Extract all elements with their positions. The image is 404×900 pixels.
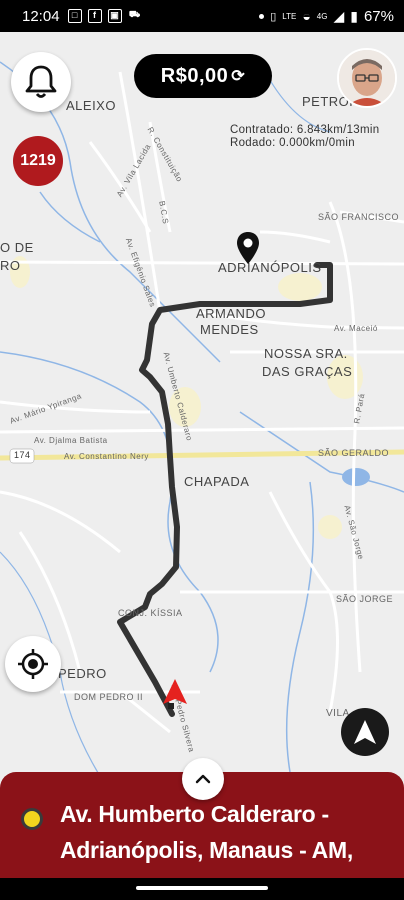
navigation-arrow-icon — [354, 720, 376, 744]
map-area-label: RO — [0, 258, 21, 273]
network-type: 4G — [316, 11, 328, 21]
map-area-label: CONJ. KÍSSIA — [118, 608, 183, 618]
map-area-label: DAS GRAÇAS — [262, 364, 353, 379]
app-notification-icon: ▣ — [107, 9, 122, 23]
map-area-label: NOSSA SRA. — [264, 346, 348, 361]
navigate-button[interactable] — [341, 708, 389, 756]
system-nav-bar — [0, 878, 404, 900]
status-time: 12:04 — [22, 7, 60, 25]
lte-icon: LTE — [282, 11, 297, 21]
map-area-label: CHAPADA — [184, 474, 250, 489]
map-area-label: SÃO JORGE — [336, 594, 394, 604]
notifications-button[interactable] — [11, 52, 71, 112]
fare-amount: R$0,00 — [160, 64, 229, 87]
locate-icon — [18, 649, 48, 679]
battery-icon: ▮ — [350, 7, 358, 24]
brand-logo: 1219 — [13, 136, 63, 186]
map-street-label: Av. Djalma Batista — [34, 436, 108, 445]
map-area-label: ALEIXO — [66, 98, 116, 113]
facebook-icon: f — [87, 9, 102, 23]
app-notification-icon: ⛟ — [128, 9, 141, 19]
highway-shield-label: 174 — [14, 450, 31, 460]
map-area-label: SÃO FRANCISCO — [318, 212, 400, 222]
status-right: ▯ LTE ◒ 4G ◢ ▮ 67% — [259, 8, 394, 25]
status-bar: 12:04 □ f ▣ ⛟ ▯ LTE ◒ 4G ◢ ▮ 67% — [0, 0, 404, 32]
brand-logo-text: 1219 — [20, 152, 56, 169]
notification-icons: □ f ▣ ⛟ — [67, 9, 142, 23]
map-area-label: PEDRO — [58, 666, 107, 681]
map-area-label: SÃO GERALDO — [318, 448, 390, 458]
refresh-icon: ⟳ — [231, 68, 246, 85]
address-line-2: Adrianópolis, Manaus - AM, — [60, 837, 353, 863]
driven-distance: Rodado: 0.000km/0min — [230, 137, 355, 149]
signal-icon: ◢ — [333, 7, 345, 24]
expand-sheet-button[interactable] — [182, 758, 224, 800]
destination-pin-icon[interactable] — [236, 231, 260, 265]
map-view[interactable]: ALEIXO PETRÓPO SÃO FRANCISCO ADRIANÓPOLI… — [0, 32, 404, 878]
map-street-label: Av. Maceió — [334, 324, 378, 333]
bell-icon — [25, 65, 57, 98]
wifi-icon: ◒ — [302, 8, 311, 24]
app-notification-icon: □ — [67, 9, 82, 23]
destination-address: Av. Humberto Calderaro - Adrianópolis, M… — [60, 796, 390, 868]
avatar-image — [339, 50, 395, 106]
map-area-label: ARMANDO — [196, 306, 266, 321]
contracted-distance: Contratado: 6.843km/13min — [230, 124, 380, 136]
my-location-button[interactable] — [5, 636, 61, 692]
map-area-label: O DE — [0, 240, 34, 255]
fare-button[interactable]: R$0,00 ⟳ — [134, 54, 272, 98]
trip-stats: Contratado: 6.843km/13min Rodado: 0.000k… — [230, 124, 379, 150]
battery-level: 67% — [363, 7, 394, 25]
map-area-label: MENDES — [200, 322, 259, 337]
map-area-label: ADRIANÓPOLIS — [218, 260, 322, 275]
destination-dot-icon — [21, 808, 43, 830]
chevron-up-icon — [195, 774, 211, 784]
address-line-1: Av. Humberto Calderaro - — [60, 801, 329, 827]
map-street-label: Av. Constantino Nery — [64, 452, 149, 461]
home-gesture-bar[interactable] — [136, 886, 268, 890]
map-area-label: DOM PEDRO II — [74, 692, 144, 702]
avatar[interactable] — [337, 48, 397, 108]
vibrate-icon: ▯ — [270, 10, 277, 23]
current-location-icon — [163, 679, 187, 709]
status-dot — [259, 13, 265, 19]
